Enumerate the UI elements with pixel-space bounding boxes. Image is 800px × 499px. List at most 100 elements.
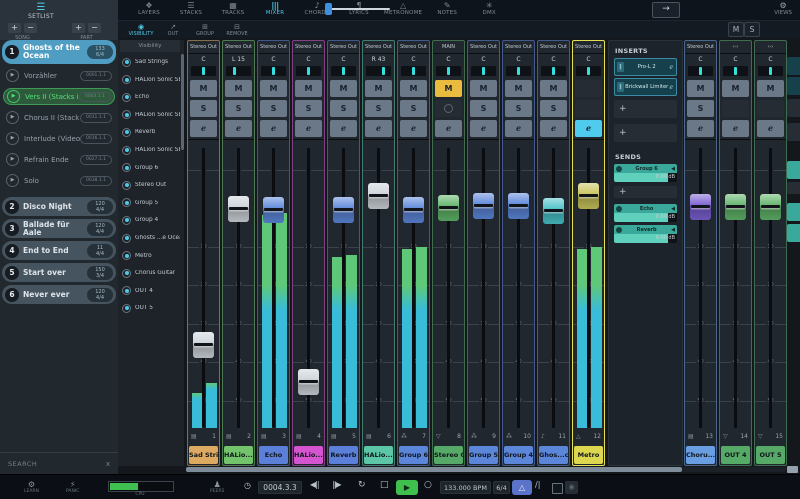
insert-slot[interactable]: ‖Pro-L 2e <box>614 58 677 76</box>
send-level-bar[interactable]: 0.00 dB <box>614 173 677 182</box>
channel-strip[interactable]: ‹·›CMe51020304050▽14OUT 4 <box>719 40 752 466</box>
routing-label[interactable]: Stereo Out <box>188 42 219 54</box>
solo-button[interactable]: S <box>400 100 427 117</box>
mute-button[interactable]: M <box>400 80 427 97</box>
tempo-display[interactable]: 133.000 BPM <box>440 481 491 494</box>
edit-button[interactable]: e <box>295 120 322 137</box>
solo-button[interactable]: S <box>330 100 357 117</box>
channel-strip[interactable]: Stereo OutCMSe51020304050⁂7Group 6 <box>397 40 430 466</box>
edit-button[interactable]: e <box>225 120 252 137</box>
channel-label[interactable]: Metro <box>574 446 603 464</box>
search-input[interactable]: SEARCH <box>8 460 37 468</box>
channel-label[interactable]: Echo <box>259 446 288 464</box>
channel-label[interactable]: Sad Strings <box>189 446 218 464</box>
mute-button[interactable]: M <box>435 80 462 97</box>
mute-button[interactable]: M <box>757 80 784 97</box>
song-row[interactable]: 4End to End114/4 <box>2 241 116 260</box>
fader-track[interactable] <box>447 148 450 428</box>
solo-button[interactable]: S <box>470 100 497 117</box>
insert-slot[interactable]: ‖Brickwall Limitere <box>614 78 677 96</box>
remove-song-button[interactable]: − <box>24 23 37 33</box>
insert-edit-button[interactable]: e <box>669 84 676 91</box>
setlist-header[interactable]: ☰ SETLIST <box>28 3 54 20</box>
add-insert-slot[interactable]: + <box>614 124 677 142</box>
search-bar[interactable]: SEARCH x <box>0 452 118 474</box>
tab-tracks[interactable]: ▦TRACKS <box>212 0 254 17</box>
edit-button[interactable]: e <box>260 120 287 137</box>
part-row[interactable]: ▶Vers II (Stacks i0003.1.1 <box>3 88 115 105</box>
channel-label[interactable]: Stereo Out <box>434 446 463 464</box>
edit-button[interactable]: e <box>722 120 749 137</box>
fader-handle[interactable] <box>333 197 354 223</box>
solo-button[interactable]: S <box>540 100 567 117</box>
fader-handle[interactable] <box>473 193 494 219</box>
hamburger-menu-icon[interactable]: ☰ <box>36 3 45 13</box>
send-level-bar[interactable]: 0.00 dB <box>614 213 677 222</box>
mute-button[interactable]: M <box>470 80 497 97</box>
song-row[interactable]: 1Ghosts of the Ocean1336/4 <box>2 40 116 64</box>
insert-bypass-icon[interactable]: ‖ <box>617 62 624 72</box>
routing-label[interactable]: Stereo Out <box>363 42 394 54</box>
pan-control[interactable] <box>296 66 321 76</box>
tab-stacks[interactable]: ☰STACKS <box>170 0 212 17</box>
mute-button[interactable]: M <box>722 80 749 97</box>
pan-control[interactable] <box>226 66 251 76</box>
play-part-icon[interactable]: ▶ <box>6 132 19 145</box>
channel-label[interactable]: Reverb <box>329 446 358 464</box>
play-part-icon[interactable]: ▶ <box>6 174 19 187</box>
song-row[interactable]: 3Ballade für Aale1204/4 <box>2 219 116 238</box>
panic-button[interactable]: ⚡ PANIC <box>66 480 79 495</box>
pan-control[interactable] <box>471 66 496 76</box>
routing-label[interactable]: Stereo Out <box>468 42 499 54</box>
fader-track[interactable] <box>237 148 240 428</box>
zoom-slider[interactable] <box>328 8 390 10</box>
fader-handle[interactable] <box>263 197 284 223</box>
solo-button[interactable]: S <box>505 100 532 117</box>
play-part-icon[interactable]: ▶ <box>6 153 19 166</box>
song-row[interactable]: 6Never ever1204/4 <box>2 285 116 304</box>
solo-button[interactable] <box>722 100 749 117</box>
mute-button[interactable]: M <box>225 80 252 97</box>
fader-handle[interactable] <box>228 196 249 222</box>
pan-control[interactable] <box>331 66 356 76</box>
routing-label[interactable]: MAIN <box>433 42 464 54</box>
channel-strip[interactable]: Stereo OutCMSe51020304050▤13Choru...uita… <box>684 40 717 466</box>
solo-button[interactable] <box>435 100 462 117</box>
channel-strip[interactable]: Stereo OutR 43MSe51020304050▤6HALio...ic… <box>362 40 395 466</box>
tap-tempo-icon[interactable]: ∕| <box>535 480 540 489</box>
transport-checkbox[interactable] <box>552 483 563 494</box>
solo-button[interactable] <box>757 100 784 117</box>
play-part-icon[interactable]: ▶ <box>6 69 19 82</box>
pan-control[interactable] <box>436 66 461 76</box>
solo-button[interactable]: S <box>687 100 714 117</box>
edit-button[interactable]: e <box>757 120 784 137</box>
part-row[interactable]: ▶Vorzähler0001.1.1 <box>3 67 115 84</box>
edit-button[interactable]: e <box>435 120 462 137</box>
metronome-button[interactable]: △ <box>512 480 532 495</box>
record-enable-button[interactable]: ◉ <box>565 481 578 494</box>
send-level-bar[interactable]: 0.00 dB <box>614 234 677 243</box>
pan-control[interactable] <box>758 66 783 76</box>
prev-button[interactable]: ◀|| <box>310 480 319 489</box>
part-row[interactable]: ▶Refrain Ende0027.1.1 <box>3 151 115 168</box>
solo-button[interactable]: S <box>225 100 252 117</box>
fader-track[interactable] <box>517 148 520 428</box>
routing-label[interactable]: Stereo Out <box>328 42 359 54</box>
edit-button[interactable]: e <box>330 120 357 137</box>
mute-button[interactable] <box>575 80 602 97</box>
time-signature-display[interactable]: 6/4 <box>493 481 510 494</box>
views-button[interactable]: ⚙ VIEWS <box>774 1 792 17</box>
add-song-button[interactable]: + <box>8 23 21 33</box>
routing-label[interactable]: Stereo Out <box>685 42 716 54</box>
tab-dmx[interactable]: ✳DMX <box>468 0 510 17</box>
insert-bypass-icon[interactable]: ‖ <box>617 82 624 92</box>
edit-button[interactable]: e <box>190 120 217 137</box>
fader-track[interactable] <box>272 148 275 428</box>
channel-label[interactable]: Ghos...cean <box>539 446 568 464</box>
channel-label[interactable]: HALio...ic SE <box>364 446 393 464</box>
pan-control[interactable] <box>261 66 286 76</box>
song-row[interactable]: 2Disco Night1204/4 <box>2 197 116 216</box>
pan-control[interactable] <box>401 66 426 76</box>
mute-button[interactable]: M <box>687 80 714 97</box>
edit-button[interactable]: e <box>470 120 497 137</box>
